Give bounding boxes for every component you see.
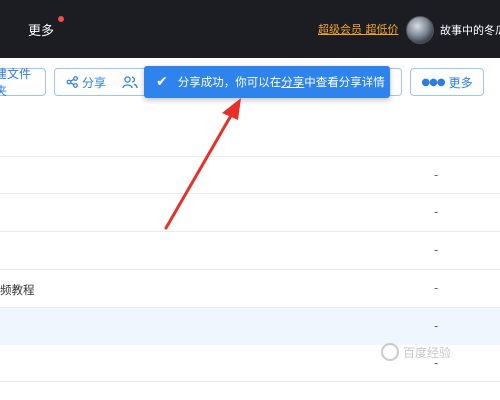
watermark-icon: [381, 343, 399, 361]
watermark-logo: 百度经验: [381, 340, 477, 364]
watermark-text: 百度经验: [403, 345, 452, 360]
